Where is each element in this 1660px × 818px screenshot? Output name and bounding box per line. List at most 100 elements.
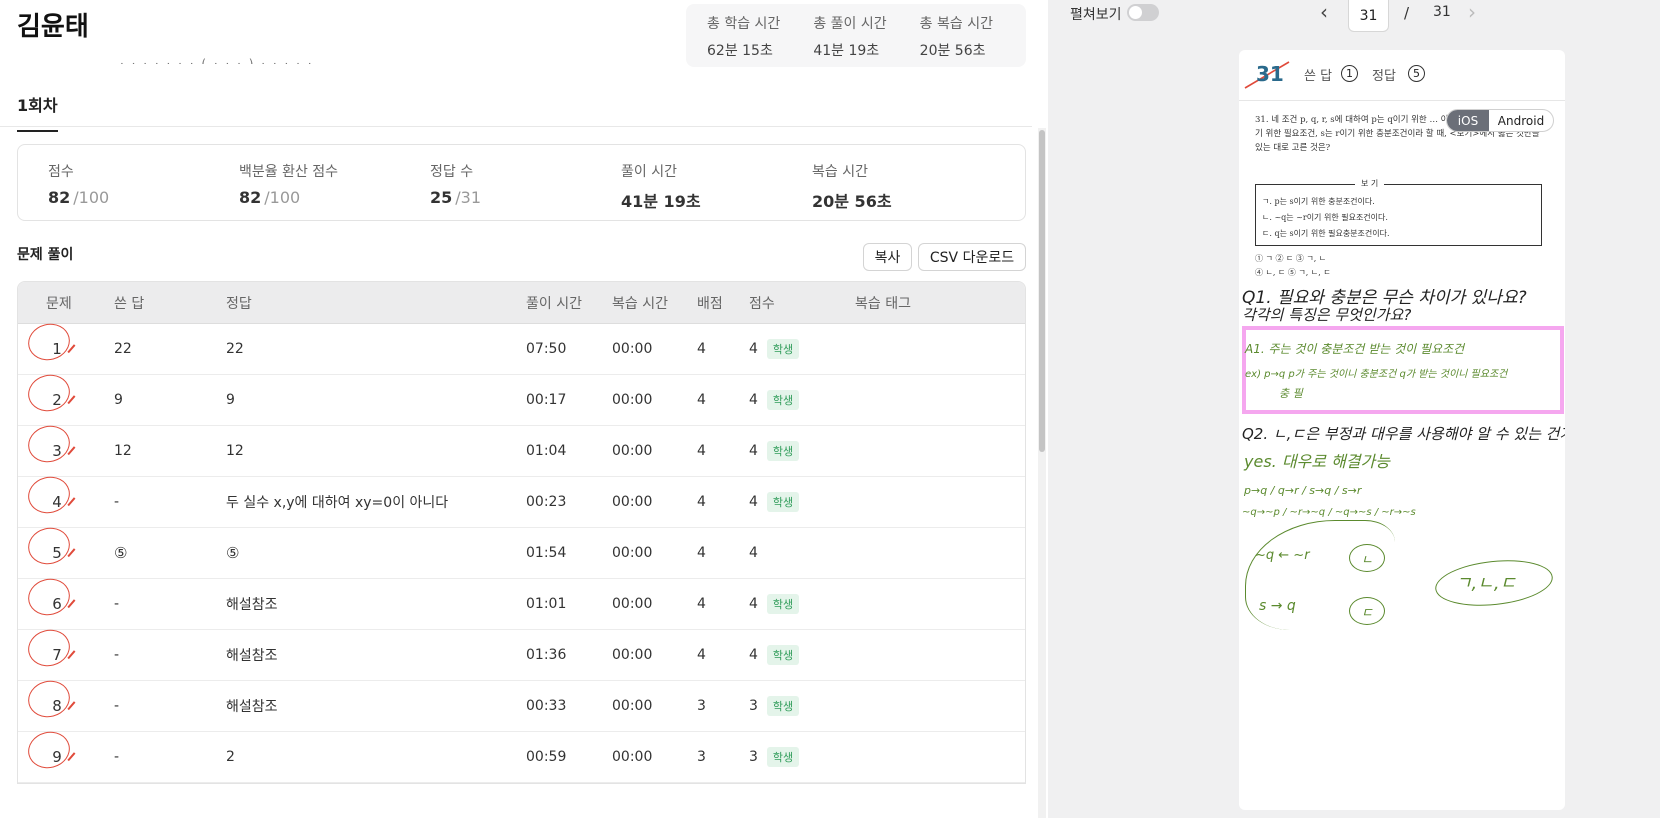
row-solve-time: 00:33	[526, 698, 567, 714]
student-badge: 학생	[766, 747, 800, 767]
handwriting-a1: A1. 주는 것이 충분조건 받는 것이 필요조건	[1245, 342, 1465, 356]
row-question-number: 9	[18, 727, 114, 773]
os-switch[interactable]: iOS Android	[1446, 109, 1554, 132]
score-summary: 점수 82/100 백분율 환산 점수 82/100 정답 수 25/31 풀이…	[17, 144, 1026, 221]
row-written-answer: -	[114, 494, 120, 510]
row-points: 4	[697, 392, 706, 408]
handwriting-q1-cont: 각각의 특징은 무엇인가요?	[1242, 306, 1412, 324]
row-score: 4 학생	[749, 492, 855, 512]
student-badge: 학생	[766, 390, 800, 410]
section-title: 문제 풀이	[17, 247, 74, 263]
result-panel: 김윤태 · · · · · · · ( · · · ) · · · · · 총 …	[0, 0, 1046, 818]
table-row[interactable]: 2 9 9 00:17 00:00 4 4 학생	[18, 370, 1025, 426]
table-row[interactable]: 4-두 실수 x,y에 대하여 xy=0이 아니다 00:23 00:00 4 4 학생	[18, 472, 1025, 528]
handwriting-yes: yes. 대우로 해결가능	[1244, 452, 1390, 471]
chevron-right-icon[interactable]: ›	[1468, 0, 1476, 24]
table-row[interactable]: 6- 해설참조 01:01 00:00 4 4 학생	[18, 574, 1025, 630]
scrollbar-thumb[interactable]	[1039, 130, 1045, 452]
total-solve-time: 총 풀이 시간 41분 19초	[813, 16, 887, 59]
row-review-time: 00:00	[612, 392, 653, 408]
correct-answer-value: 5	[1408, 65, 1425, 82]
written-answer-value: 1	[1341, 65, 1358, 82]
col-answer[interactable]: 쓴 답	[114, 293, 226, 313]
row-written-answer: 12	[114, 443, 132, 459]
row-correct-answer: 두 실수 x,y에 대하여 xy=0이 아니다	[226, 495, 449, 511]
row-review-time: 00:00	[612, 443, 653, 459]
student-badge: 학생	[766, 339, 800, 359]
row-written-answer: 9	[114, 392, 123, 408]
row-question-number: 6	[18, 574, 114, 620]
copy-button[interactable]: 복사	[863, 243, 912, 271]
table-row[interactable]: 1 22 22 07:50 00:00 4 4 학생	[18, 319, 1025, 375]
answer-sheet-viewer: 펼쳐보기 ‹ 31 / 31 › 31 쓴 답 1 정답 5 31. 네 조건 …	[1048, 0, 1660, 818]
spread-view-label: 펼쳐보기	[1070, 7, 1122, 23]
total-study-time: 총 학습 시간 62분 15초	[707, 16, 781, 59]
row-question-number: 3	[18, 421, 114, 467]
col-correct[interactable]: 정답	[226, 293, 526, 313]
row-review-time: 00:00	[612, 545, 653, 561]
table-row[interactable]: 8- 해설참조 00:33 00:00 3 3 학생	[18, 676, 1025, 732]
handwriting-q2: Q2. ㄴ,ㄷ은 부정과 대우를 사용해야 알 수 있는 건가요?	[1242, 425, 1565, 443]
table-header: 문제 쓴 답 정답 풀이 시간 복습 시간 배점 점수 복습 태그	[18, 282, 1025, 324]
table-row[interactable]: 3 12 12 01:04 00:00 4 4 학생	[18, 421, 1025, 477]
row-correct-answer: 12	[226, 443, 244, 459]
question-number: 31	[1256, 62, 1284, 86]
os-android-option[interactable]: Android	[1489, 110, 1553, 131]
row-review-time: 00:00	[612, 698, 653, 714]
handwriting-line4: s → q	[1259, 598, 1296, 614]
correct-answer-label: 정답	[1372, 69, 1396, 84]
row-review-time: 00:00	[612, 494, 653, 510]
table-body: 1 22 22 07:50 00:00 4 4 학생 2 9 9 00:17 00:00 4 4 학생 3 12 1…	[18, 319, 1025, 783]
table-row[interactable]: 9- 2 00:59 00:00 3 3 학생	[18, 727, 1025, 783]
row-score: 4 학생	[749, 645, 855, 665]
table-row[interactable]: 5 ⑤ ⑤ 01:54 00:00 4 4	[18, 523, 1025, 579]
total-review-time: 총 복습 시간 20분 56초	[919, 16, 993, 59]
page-number-input[interactable]: 31	[1348, 0, 1389, 32]
problem-table: 문제 쓴 답 정답 풀이 시간 복습 시간 배점 점수 복습 태그 1 22 22 0…	[17, 281, 1026, 784]
col-tag[interactable]: 복습 태그	[855, 293, 1025, 313]
spread-view-toggle[interactable]	[1127, 4, 1159, 21]
col-solve-time[interactable]: 풀이 시간	[526, 293, 612, 313]
summary-review-time: 복습 시간 20분 56초	[812, 164, 892, 211]
handwriting-line4-circle: ㄷ	[1361, 606, 1373, 621]
student-name: 김윤태	[17, 12, 89, 42]
row-solve-time: 01:04	[526, 443, 567, 459]
row-score: 4 학생	[749, 594, 855, 614]
table-row[interactable]: 7- 해설참조 01:36 00:00 4 4 학생	[18, 625, 1025, 681]
row-solve-time: 01:36	[526, 647, 567, 663]
col-review-time[interactable]: 복습 시간	[612, 293, 697, 313]
example-box-items: ㄱ. p는 s이기 위한 충분조건이다. ㄴ. ~q는 ~r이기 위한 필요조건…	[1262, 197, 1390, 238]
row-correct-answer: 해설참조	[226, 699, 278, 715]
handwriting-line3-circle: ㄴ	[1361, 553, 1373, 568]
col-no[interactable]: 문제	[18, 293, 114, 313]
os-ios-option[interactable]: iOS	[1447, 110, 1489, 131]
csv-download-button[interactable]: CSV 다운로드	[918, 243, 1026, 271]
example-box-title: 보 기	[1355, 178, 1385, 189]
page-total: 31	[1433, 4, 1451, 20]
row-score: 3 학생	[749, 747, 855, 767]
row-question-number: 1	[18, 319, 114, 365]
row-question-number: 7	[18, 625, 114, 671]
row-question-number: 5	[18, 523, 114, 569]
row-correct-answer: 해설참조	[226, 648, 278, 664]
clipped-subtitle: · · · · · · · ( · · · ) · · · · ·	[120, 57, 314, 64]
row-solve-time: 00:23	[526, 494, 567, 510]
row-score: 3 학생	[749, 696, 855, 716]
handwriting-line2: ~q→~p / ~r→~q / ~q→~s / ~r→~s	[1242, 507, 1416, 518]
row-written-answer: -	[114, 698, 120, 714]
row-solve-time: 07:50	[526, 341, 567, 357]
row-points: 4	[697, 647, 706, 663]
row-score: 4 학생	[749, 441, 855, 461]
row-review-time: 00:00	[612, 749, 653, 765]
row-score: 4	[749, 545, 758, 561]
written-answer-label: 쓴 답	[1304, 69, 1333, 84]
row-correct-answer: ⑤	[226, 544, 240, 562]
student-badge: 학생	[766, 594, 800, 614]
row-points: 4	[697, 596, 706, 612]
row-review-time: 00:00	[612, 596, 653, 612]
row-review-time: 00:00	[612, 647, 653, 663]
chevron-left-icon[interactable]: ‹	[1320, 0, 1328, 24]
col-points[interactable]: 배점	[697, 293, 749, 313]
col-score[interactable]: 점수	[749, 293, 855, 313]
row-points: 4	[697, 443, 706, 459]
